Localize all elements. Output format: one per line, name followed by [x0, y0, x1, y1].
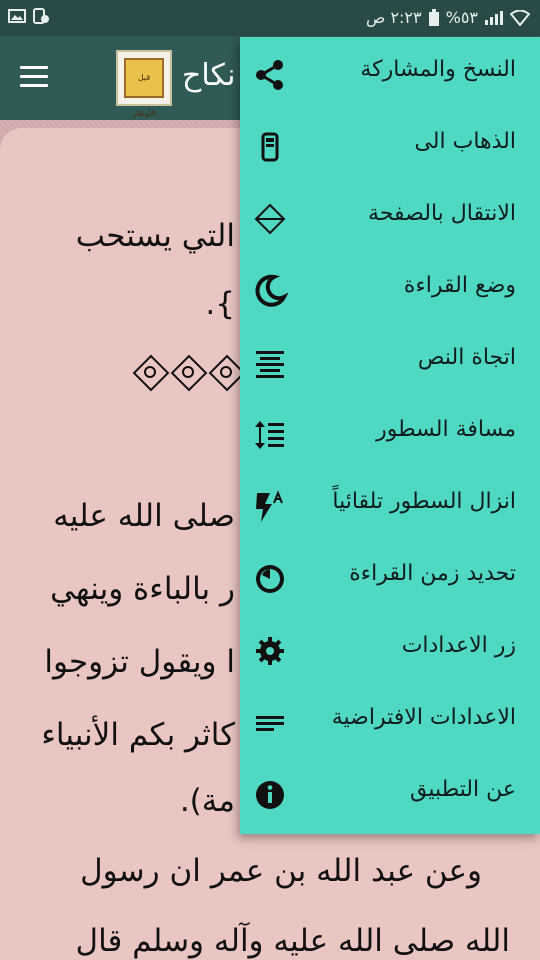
scroll-arrows-icon — [254, 203, 286, 235]
menu-item-label: تحديد زمن القراءة — [349, 561, 516, 586]
ornament — [134, 356, 166, 388]
gear-icon — [256, 637, 284, 665]
image-icon — [8, 9, 26, 23]
menu-item-label: الاعدادات الافتراضية — [331, 705, 516, 730]
align-center-icon — [256, 351, 284, 378]
info-icon — [256, 781, 284, 809]
page-title: نكاح — [182, 58, 236, 93]
text-line: الله صلى الله عليه وآله وسلم قال — [75, 923, 510, 959]
menu-item-auto-scroll[interactable]: انزال السطور تلقائياً — [240, 471, 540, 543]
share-icon — [256, 60, 283, 90]
line-spacing-icon — [255, 421, 284, 449]
hamburger-icon[interactable] — [20, 66, 48, 88]
menu-item-share[interactable]: النسخ والمشاركة — [240, 39, 540, 111]
menu-item-text-direction[interactable]: اتجاة النص — [240, 327, 540, 399]
phone-icon — [33, 8, 49, 24]
menu-item-goto[interactable]: الذهاب الى — [240, 111, 540, 183]
menu-item-default-settings[interactable]: الاعدادات الافتراضية — [240, 687, 540, 759]
app-logo: قيل الأوطار — [116, 50, 172, 118]
logo-badge: قيل الأوطار — [124, 58, 164, 118]
menu-item-label: وضع القراءة — [403, 273, 516, 298]
ornament-divider — [134, 356, 242, 388]
menu-item-reading-timer[interactable]: تحديد زمن القراءة — [240, 543, 540, 615]
wifi-icon — [510, 9, 530, 26]
battery-icon — [428, 8, 439, 26]
menu-item-label: اتجاة النص — [417, 345, 516, 370]
battery-percent: %٥٣ — [445, 8, 478, 27]
text-line: كاثر بكم الأنبياء — [41, 717, 235, 753]
status-bar: ٢:٢٣ ص %٥٣ — [0, 0, 540, 36]
menu-item-label: الذهاب الى — [414, 129, 516, 154]
text-line: صلى الله عليه — [53, 498, 235, 534]
flash-auto-icon — [256, 490, 283, 522]
overflow-menu: النسخ والمشاركة الذهاب الى الانتقال بالص… — [240, 37, 540, 834]
status-right-icons: ٢:٢٣ ص %٥٣ — [366, 8, 530, 27]
menu-item-about[interactable]: عن التطبيق — [240, 759, 540, 831]
menu-item-label: مسافة السطور — [376, 417, 516, 442]
text-line: ا ويقول تزوجوا — [44, 644, 235, 680]
menu-item-label: عن التطبيق — [410, 777, 516, 802]
menu-item-page-scroll[interactable]: الانتقال بالصفحة — [240, 183, 540, 255]
text-line: التي يستحب — [75, 218, 235, 254]
menu-item-label: زر الاعدادات — [401, 633, 516, 658]
status-left-icons — [8, 8, 50, 24]
goto-icon — [261, 132, 279, 162]
text-line: }. — [205, 286, 235, 322]
text-line: ر بالباءة وينهي — [50, 571, 235, 607]
ornament — [210, 356, 242, 388]
menu-item-reading-mode[interactable]: وضع القراءة — [240, 255, 540, 327]
text-line: مة). — [179, 783, 235, 819]
menu-item-settings[interactable]: زر الاعدادات — [240, 615, 540, 687]
timer-icon — [256, 565, 284, 593]
ornament — [172, 356, 204, 388]
menu-item-label: انزال السطور تلقائياً — [332, 489, 516, 514]
text-line: وعن عبد الله بن عمر ان رسول — [80, 853, 482, 889]
menu-item-label: النسخ والمشاركة — [360, 57, 516, 82]
status-time: ٢:٢٣ ص — [366, 8, 422, 27]
menu-item-line-spacing[interactable]: مسافة السطور — [240, 399, 540, 471]
moon-icon — [255, 274, 288, 307]
menu-item-label: الانتقال بالصفحة — [368, 201, 516, 226]
text-lines-icon — [256, 716, 284, 731]
signal-icon — [485, 10, 503, 25]
